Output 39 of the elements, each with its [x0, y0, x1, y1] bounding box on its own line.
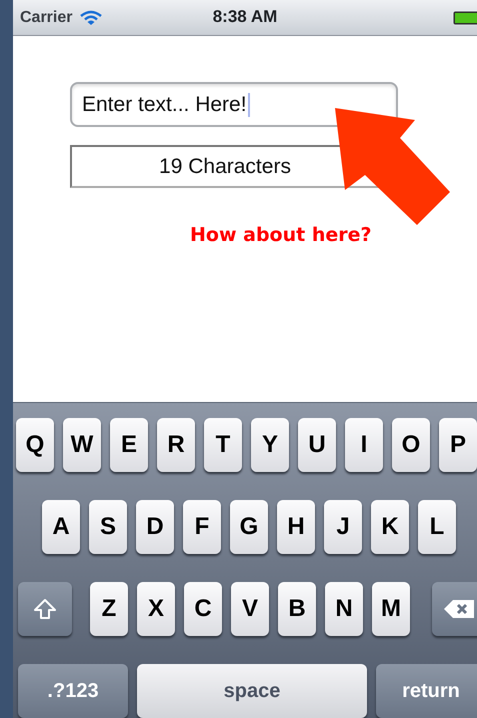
numbers-key[interactable]: .?123	[18, 664, 128, 718]
key[interactable]: G	[230, 500, 268, 554]
delete-key[interactable]	[432, 582, 477, 636]
hint-text: How about here?	[190, 224, 372, 246]
text-cursor	[248, 92, 250, 116]
key[interactable]: K	[371, 500, 409, 554]
key[interactable]: B	[278, 582, 316, 636]
key[interactable]: O	[392, 418, 430, 472]
key[interactable]: V	[231, 582, 269, 636]
key[interactable]: U	[298, 418, 336, 472]
key[interactable]: F	[183, 500, 221, 554]
key[interactable]: N	[325, 582, 363, 636]
key[interactable]: A	[42, 500, 80, 554]
arrow-icon	[335, 108, 450, 225]
wifi-icon	[80, 10, 102, 26]
key[interactable]: W	[63, 418, 101, 472]
key[interactable]: S	[89, 500, 127, 554]
return-key[interactable]: return	[376, 664, 477, 718]
space-key[interactable]: space	[137, 664, 367, 718]
key[interactable]: P	[439, 418, 477, 472]
key[interactable]: H	[277, 500, 315, 554]
shift-key[interactable]	[18, 582, 72, 636]
shift-icon	[33, 597, 57, 621]
key[interactable]: I	[345, 418, 383, 472]
key[interactable]: C	[184, 582, 222, 636]
key[interactable]: D	[136, 500, 174, 554]
key[interactable]: Y	[251, 418, 289, 472]
key[interactable]: Z	[90, 582, 128, 636]
key[interactable]: M	[372, 582, 410, 636]
key[interactable]: R	[157, 418, 195, 472]
clock-time: 8:38 AM	[212, 7, 278, 27]
delete-icon	[443, 598, 475, 620]
key[interactable]: Q	[16, 418, 54, 472]
carrier-name: Carrier	[20, 8, 72, 26]
key[interactable]: X	[137, 582, 175, 636]
key[interactable]: E	[110, 418, 148, 472]
key[interactable]: L	[418, 500, 456, 554]
key[interactable]: T	[204, 418, 242, 472]
key[interactable]: J	[324, 500, 362, 554]
